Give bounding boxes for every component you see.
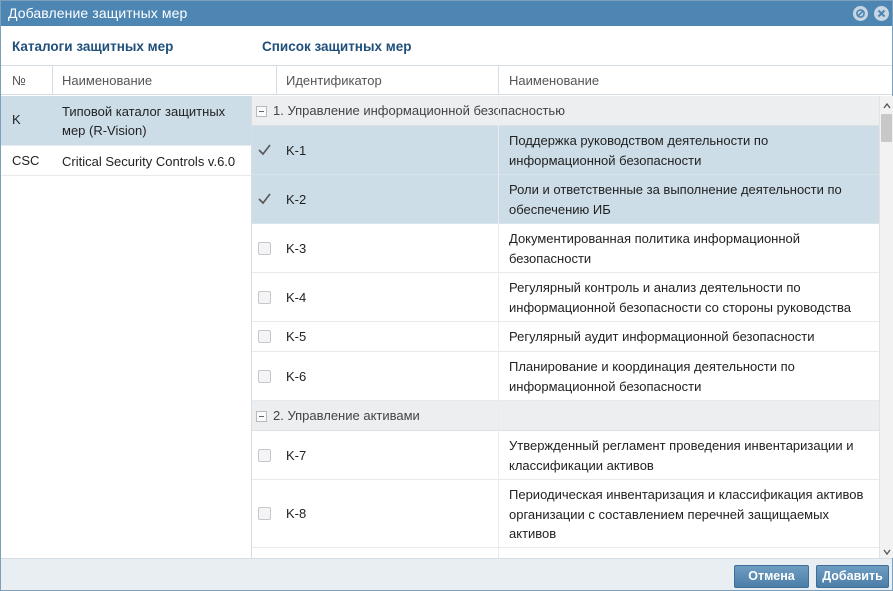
column-divider (52, 66, 53, 95)
measure-id: K-4 (286, 290, 307, 305)
group-header-1[interactable]: 1. Управление информационной безопасност… (252, 96, 879, 126)
row-checkbox[interactable] (258, 449, 271, 462)
group-title: 2. Управление активами (273, 408, 420, 423)
catalog-code: K (12, 112, 21, 127)
column-header-identifier[interactable]: Идентификатор (286, 73, 382, 88)
group-header-2[interactable]: 2. Управление активами (252, 401, 879, 431)
row-checkbox[interactable] (258, 330, 271, 343)
measure-row-k8[interactable]: K-8 Периодическая инвентаризация и класс… (252, 480, 879, 548)
dialog-footer: Отмена Добавить (1, 558, 892, 590)
catalogs-list: K Типовой каталог защитных мер (R-Vision… (1, 96, 252, 176)
measure-row-k3[interactable]: K-3 Документированная политика информаци… (252, 224, 879, 273)
measures-section-title: Список защитных мер (262, 39, 412, 54)
row-checkbox[interactable] (258, 507, 271, 520)
measure-row-k6[interactable]: K-6 Планирование и координация деятельно… (252, 352, 879, 401)
cancel-button[interactable]: Отмена (734, 565, 809, 588)
catalog-code: CSC (12, 153, 40, 168)
measure-name: Утвержденный регламент проведения инвент… (509, 438, 854, 473)
measure-name: Периодическая инвентаризация и классифик… (509, 487, 864, 541)
catalog-row-k[interactable]: K Типовой каталог защитных мер (R-Vision… (1, 96, 252, 146)
column-divider (498, 96, 499, 558)
measure-id: K-2 (286, 192, 307, 207)
measure-row-k7[interactable]: K-7 Утвержденный регламент проведения ин… (252, 431, 879, 480)
row-checkbox[interactable] (258, 370, 271, 383)
measure-row-k2[interactable]: K-2 Роли и ответственные за выполнение д… (252, 175, 879, 224)
scrollbar-thumb[interactable] (881, 114, 892, 142)
measure-id: K-1 (286, 143, 307, 158)
collapse-icon[interactable] (256, 106, 267, 117)
catalogs-table-header: № Наименование (1, 65, 276, 95)
dialog-titlebar[interactable]: Добавление защитных мер (1, 1, 892, 26)
column-header-catalog-name[interactable]: Наименование (62, 73, 152, 88)
column-header-measure-name[interactable]: Наименование (509, 73, 599, 88)
scroll-down-icon[interactable] (882, 545, 892, 556)
row-checkbox[interactable] (258, 193, 271, 206)
catalog-name: Critical Security Controls v.6.0 (62, 154, 236, 169)
catalog-name: Типовой каталог защитных мер (R-Vision) (62, 104, 226, 138)
minimize-icon[interactable] (853, 6, 868, 21)
measure-id: K-8 (286, 506, 307, 521)
column-header-number[interactable]: № (12, 73, 26, 88)
row-checkbox[interactable] (258, 291, 271, 304)
measure-name: Поддержка руководством деятельности по и… (509, 133, 769, 168)
column-divider (276, 66, 277, 95)
measures-grid: 1. Управление информационной безопасност… (252, 96, 879, 558)
measure-name: Регулярный контроль и анализ деятельност… (509, 280, 851, 315)
measure-name: Документированная политика информационно… (509, 231, 801, 266)
measure-name: Планирование и координация деятельности … (509, 359, 795, 394)
row-checkbox[interactable] (258, 144, 271, 157)
close-icon[interactable] (874, 6, 889, 21)
measures-table-header: Идентификатор Наименование (276, 65, 892, 95)
catalogs-section-title: Каталоги защитных мер (12, 39, 174, 54)
group-title: 1. Управление информационной безопасност… (273, 103, 565, 118)
measure-row-k5[interactable]: K-5 Регулярный аудит информационной безо… (252, 322, 879, 352)
vertical-scrollbar[interactable] (879, 96, 893, 558)
measure-id: K-3 (286, 241, 307, 256)
measure-name: Регулярный аудит информационной безопасн… (509, 329, 815, 344)
measure-row-k1[interactable]: K-1 Поддержка руководством деятельности … (252, 126, 879, 175)
dialog-title: Добавление защитных мер (8, 5, 188, 21)
measure-row-k4[interactable]: K-4 Регулярный контроль и анализ деятель… (252, 273, 879, 322)
collapse-icon[interactable] (256, 411, 267, 422)
measure-id: K-7 (286, 448, 307, 463)
measure-id: K-5 (286, 329, 307, 344)
measure-id: K-6 (286, 369, 307, 384)
row-checkbox[interactable] (258, 242, 271, 255)
measure-name: Роли и ответственные за выполнение деяте… (509, 182, 842, 217)
add-button[interactable]: Добавить (816, 565, 889, 588)
add-measures-dialog: Добавление защитных мер Каталоги защитны… (0, 0, 893, 591)
catalog-row-csc[interactable]: CSC Critical Security Controls v.6.0 (1, 146, 252, 176)
scroll-up-icon[interactable] (882, 99, 892, 109)
column-divider (498, 66, 499, 95)
